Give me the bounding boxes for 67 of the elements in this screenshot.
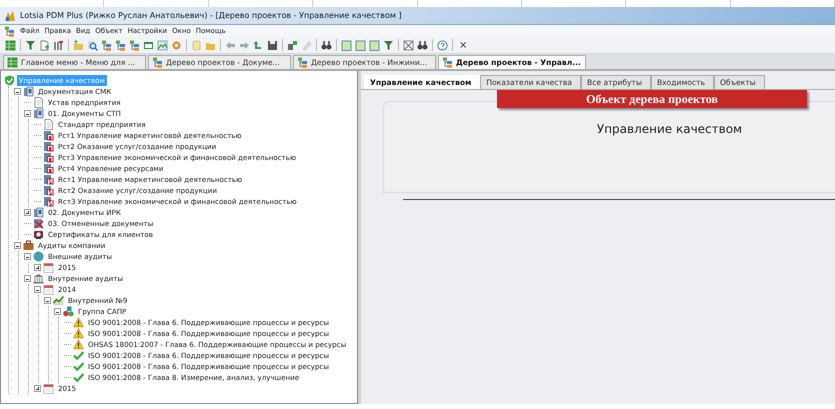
shield-check-icon <box>4 75 15 86</box>
document-icon[interactable] <box>38 38 51 52</box>
globe-icon <box>33 251 44 262</box>
close-button[interactable]: × <box>456 40 470 50</box>
folder-icon[interactable] <box>72 38 85 52</box>
binder-icon <box>43 174 54 185</box>
collapse-icon[interactable] <box>14 242 21 249</box>
binder-icon <box>43 130 54 141</box>
banner: Объект дерева проектов <box>497 90 807 108</box>
collapse-icon[interactable] <box>24 110 31 117</box>
briefcase-icon <box>23 240 34 251</box>
save-icon[interactable] <box>266 38 279 52</box>
tree-icon[interactable] <box>100 38 113 52</box>
binder-icon <box>23 86 34 97</box>
warning-icon <box>73 317 84 328</box>
tree-icon[interactable] <box>114 38 127 52</box>
tree-icon <box>152 57 163 68</box>
panel-icon[interactable] <box>368 38 381 52</box>
binder-icon <box>33 207 44 218</box>
document-icon <box>33 97 44 108</box>
binoculars-icon[interactable] <box>320 38 333 52</box>
panel-icon[interactable] <box>354 38 367 52</box>
binder-icon <box>43 185 54 196</box>
tree-icon[interactable] <box>128 38 141 52</box>
check-icon <box>73 350 84 361</box>
tree-icon <box>297 57 308 68</box>
collapse-icon[interactable] <box>54 308 61 315</box>
app-logo-icon <box>4 10 16 22</box>
collapse-icon[interactable] <box>34 286 41 293</box>
binoculars-icon[interactable] <box>416 38 429 52</box>
expand-icon[interactable] <box>34 264 41 271</box>
panel-icon[interactable] <box>340 38 353 52</box>
object-title: Управление качеством <box>596 122 742 136</box>
help-icon[interactable] <box>436 38 449 52</box>
expand-icon[interactable] <box>24 209 31 216</box>
calendar-icon <box>43 284 54 295</box>
line-chart-icon <box>53 295 64 306</box>
warning-icon <box>73 328 84 339</box>
grid-icon[interactable] <box>402 38 415 52</box>
tree-icon <box>442 57 453 68</box>
binder-icon <box>43 196 54 207</box>
window-title: Lotsia PDM Plus (Рижко Руслан Анатольевич) - [Дерево проектов - Управление качеством ] <box>20 11 402 20</box>
binder-icon <box>43 163 54 174</box>
collapse-icon[interactable] <box>14 88 21 95</box>
columns-icon[interactable] <box>52 38 65 52</box>
shapes-icon <box>63 306 74 317</box>
binder-icon <box>43 152 54 163</box>
warning-icon <box>73 339 84 350</box>
grid-icon <box>7 57 18 68</box>
calendar-icon <box>43 262 54 273</box>
binder-icon <box>33 108 44 119</box>
check-icon <box>73 361 84 372</box>
bank-icon <box>33 273 44 284</box>
certificate-icon <box>33 229 44 240</box>
tree-icon <box>4 26 15 36</box>
binder-icon <box>43 141 54 152</box>
collapse-icon[interactable] <box>24 275 31 282</box>
search-icon[interactable] <box>86 38 99 52</box>
collapse-icon[interactable] <box>44 297 51 304</box>
collapse-icon[interactable] <box>24 253 31 260</box>
image-icon[interactable] <box>156 38 169 52</box>
cancelled-binder-icon <box>33 218 44 229</box>
expand-icon[interactable] <box>34 385 41 392</box>
blocks-icon[interactable] <box>286 38 299 52</box>
check-icon <box>73 372 84 383</box>
gear-icon[interactable] <box>170 38 183 52</box>
document-icon <box>43 119 54 130</box>
